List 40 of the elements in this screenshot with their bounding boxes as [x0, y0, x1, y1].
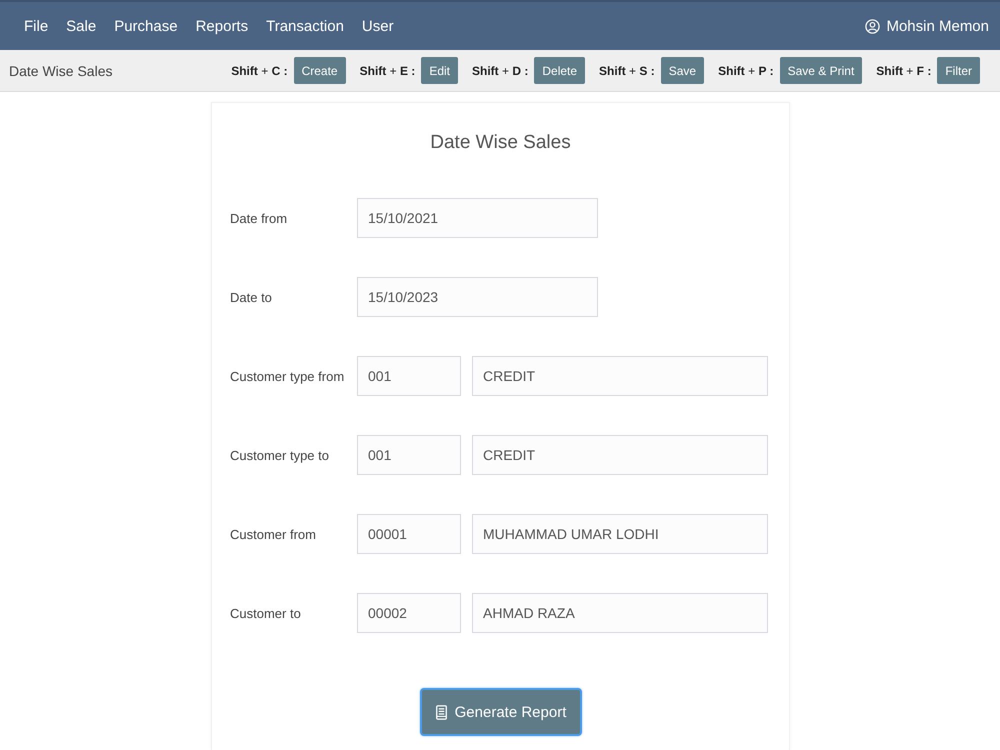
user-menu[interactable]: Mohsin Memon	[865, 18, 989, 34]
toolbar-button[interactable]: Save & Print	[780, 57, 862, 84]
toolbar-button[interactable]: Create	[294, 57, 346, 84]
generate-report-button[interactable]: Generate Report	[420, 688, 582, 736]
report-icon	[436, 704, 447, 720]
toolbar-button[interactable]: Filter	[937, 57, 980, 84]
code-field[interactable]: 00001	[357, 514, 461, 554]
field-label: Customer to	[230, 606, 302, 620]
menu-item[interactable]: Purchase	[114, 18, 178, 34]
field-label: Customer type to	[230, 448, 330, 462]
name-field[interactable]: CREDIT	[472, 356, 768, 396]
date-field[interactable]: 15/10/2021	[357, 198, 598, 238]
field-label: Customer from	[230, 526, 317, 542]
code-field[interactable]: 001	[357, 356, 461, 396]
toolbar-button[interactable]: Delete	[534, 57, 586, 84]
page-title: Date Wise Sales	[9, 62, 112, 78]
menu-item[interactable]: Reports	[196, 18, 248, 34]
shortcut-label: Shift + E :	[360, 64, 416, 78]
shortcut-label: Shift + S :	[599, 64, 655, 78]
shortcut-label: Shift + F :	[876, 64, 932, 78]
name-field[interactable]: CREDIT	[472, 435, 768, 475]
code-field[interactable]: 00002	[357, 593, 461, 633]
menu-item[interactable]: File	[24, 18, 48, 34]
shortcut-label: Shift + C :	[231, 64, 288, 78]
user-icon	[865, 18, 880, 34]
shortcut-label: Shift + P :	[718, 64, 774, 78]
name-field[interactable]: MUHAMMAD UMAR LODHI	[472, 514, 768, 554]
name-field[interactable]: AHMAD RAZA	[472, 593, 768, 633]
form-title: Date Wise Sales	[429, 131, 572, 155]
menu-item[interactable]: Transaction	[266, 18, 344, 34]
menu-item[interactable]: Sale	[66, 18, 96, 34]
field-label: Date to	[230, 290, 273, 304]
menu-item[interactable]: User	[362, 18, 394, 34]
field-label: Date from	[230, 210, 288, 226]
shortcut-label: Shift + D :	[472, 64, 528, 78]
date-field[interactable]: 15/10/2023	[357, 277, 598, 317]
toolbar-button[interactable]: Edit	[421, 57, 458, 84]
toolbar-button[interactable]: Save	[660, 57, 704, 84]
code-field[interactable]: 001	[357, 435, 461, 475]
field-label: Customer type from	[230, 368, 346, 384]
